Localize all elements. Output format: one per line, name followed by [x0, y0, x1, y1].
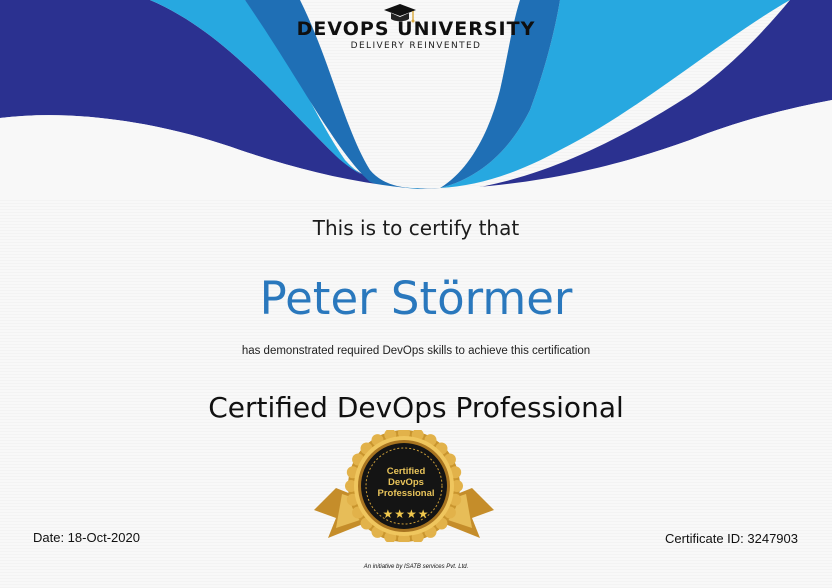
certification-description: has demonstrated required DevOps skills …: [241, 345, 591, 357]
badge-line: Professional: [377, 488, 435, 499]
logo-title: DEVOPS UNIVERSITY: [296, 18, 536, 40]
footer-initiative: An initiative by ISATB services Pvt. Ltd…: [363, 564, 469, 570]
badge-line: Certified: [386, 466, 426, 477]
certificate-id: Certificate ID: 3247903: [665, 531, 798, 546]
university-logo: DEVOPS UNIVERSITY DELIVERY REINVENTED: [296, 18, 536, 51]
issue-date: Date: 18-Oct-2020: [33, 530, 140, 545]
logo-subtitle: DELIVERY REINVENTED: [350, 41, 482, 51]
recipient-name: Peter Störmer: [259, 272, 573, 325]
badge-stars: ★★★★: [382, 507, 430, 521]
badge-label: Certified DevOps Professional: [356, 466, 456, 499]
certify-statement: This is to certify that: [312, 216, 520, 240]
badge-line: DevOps: [388, 477, 424, 488]
course-title: Certified DevOps Professional: [208, 391, 624, 424]
